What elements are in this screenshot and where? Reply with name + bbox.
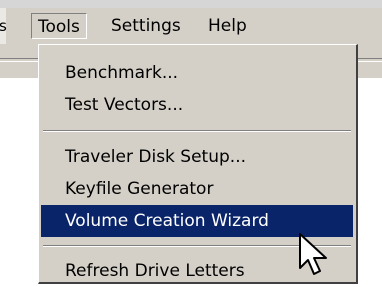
menu-help[interactable]: Help [208,13,247,39]
menu-tools[interactable]: Tools [31,13,87,39]
menu-item-keyfile-generator[interactable]: Keyfile Generator [41,173,353,205]
background-window-strip [0,0,382,8]
arrow-pointer-icon [299,233,327,275]
menu-bar-edge: s [0,8,7,44]
menu-item-test-vectors[interactable]: Test Vectors... [41,89,353,121]
background-content [358,78,382,280]
menu-item-traveler-disk-setup[interactable]: Traveler Disk Setup... [41,141,353,173]
menu-separator [43,130,351,132]
partial-menu-title: s [0,17,7,35]
menu-item-benchmark[interactable]: Benchmark... [41,57,353,89]
menu-bar: s Tools Settings Help [0,8,382,44]
menu-settings[interactable]: Settings [111,13,181,39]
